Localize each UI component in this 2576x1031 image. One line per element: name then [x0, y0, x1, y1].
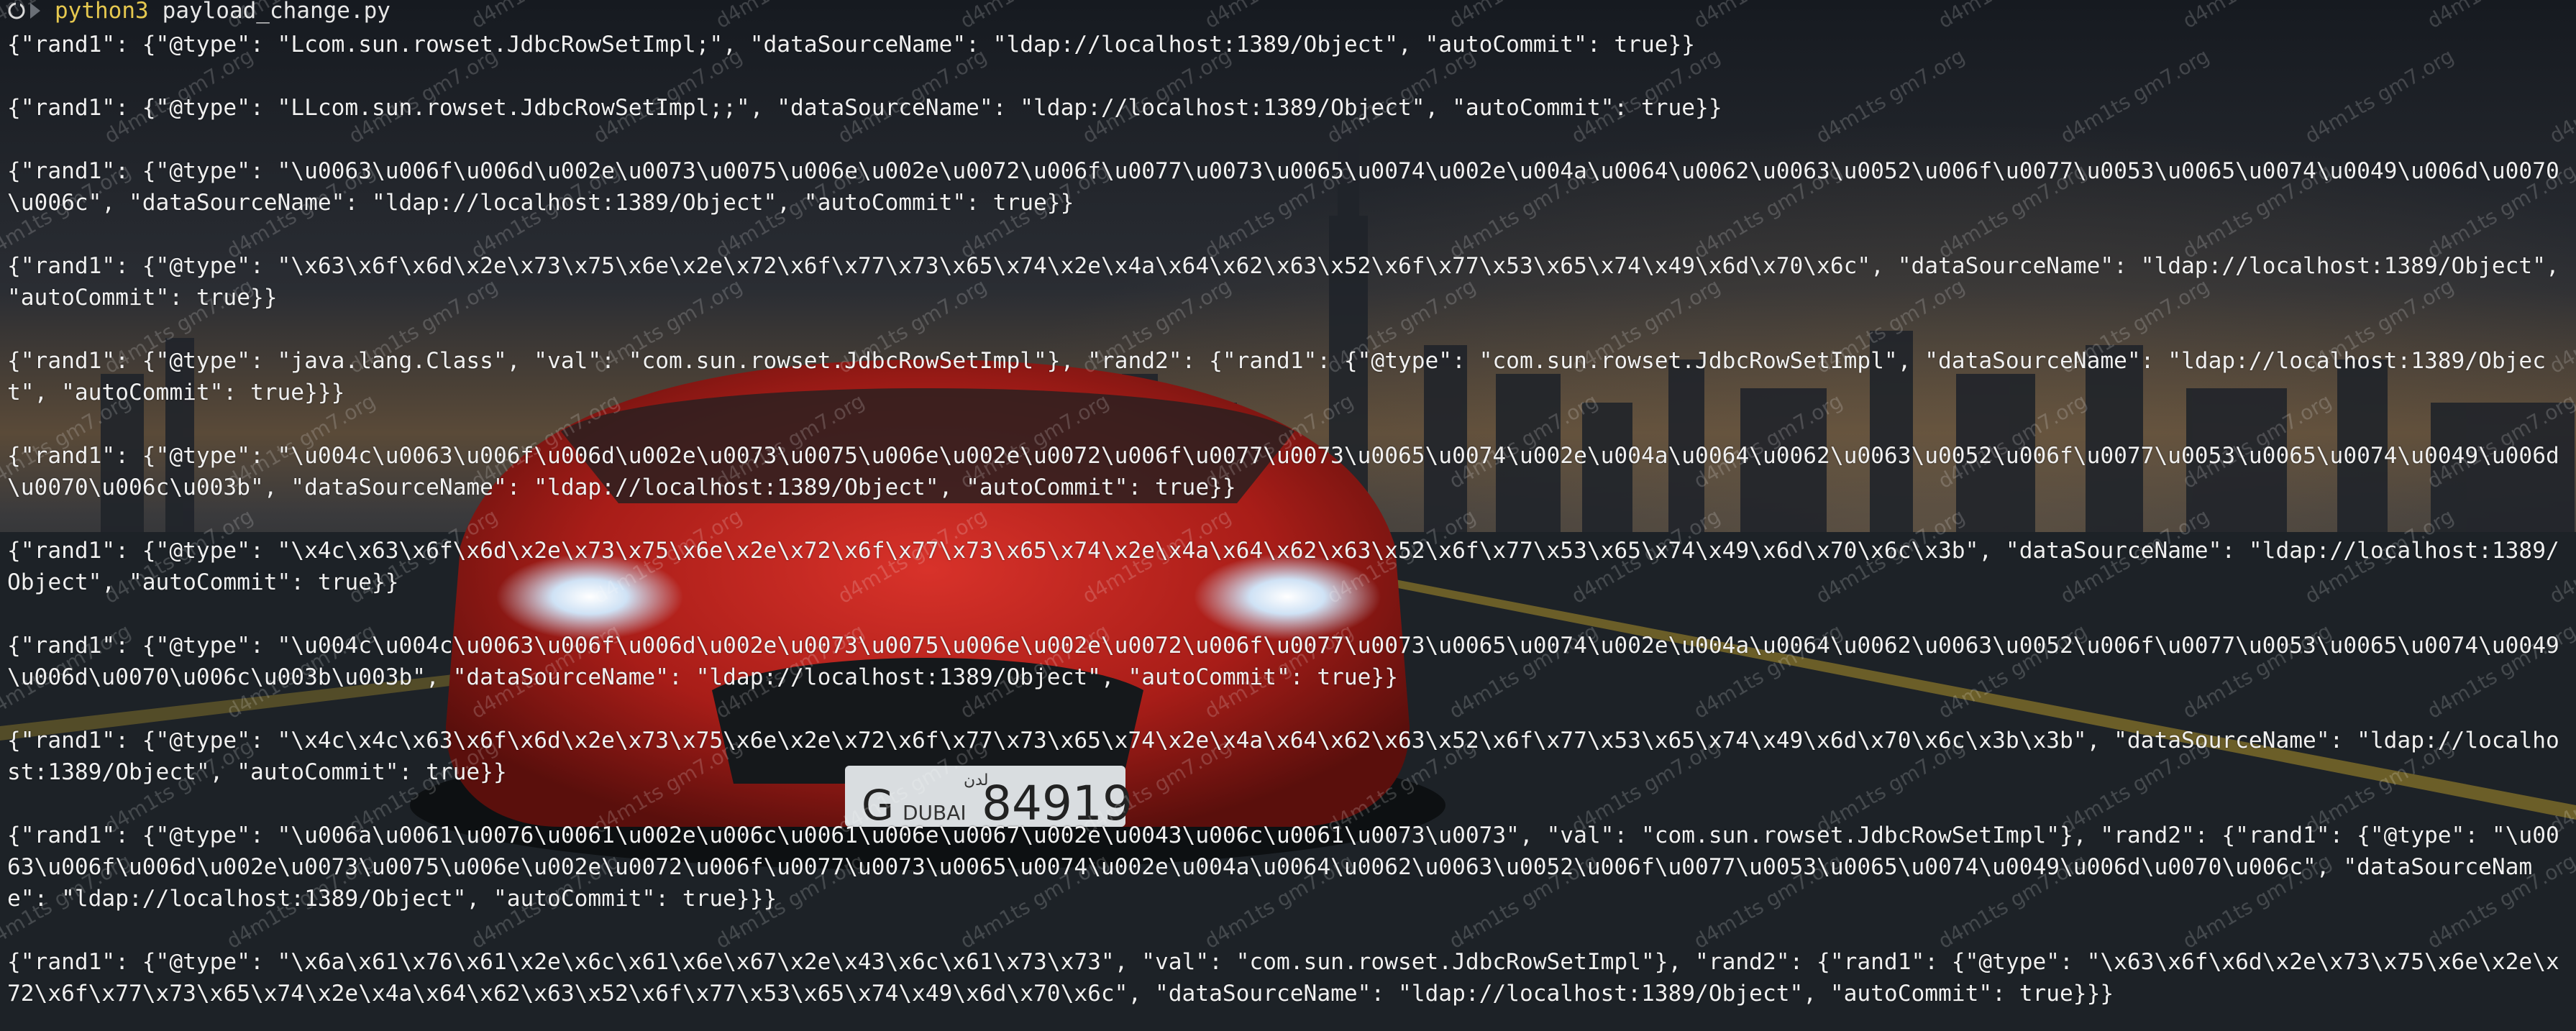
- output-line: {"rand1": {"@type": "\x63\x6f\x6d\x2e\x7…: [7, 253, 2573, 311]
- prompt-command: python3: [55, 0, 149, 24]
- prompt-line: python3 payload_change.py: [7, 0, 2570, 22]
- output-line: {"rand1": {"@type": "\x4c\x4c\x63\x6f\x6…: [7, 728, 2559, 785]
- terminal-output: {"rand1": {"@type": "Lcom.sun.rowset.Jdb…: [7, 29, 2570, 1009]
- output-line: {"rand1": {"@type": "\x4c\x63\x6f\x6d\x2…: [7, 538, 2559, 595]
- output-line: {"rand1": {"@type": "\u004c\u004c\u0063\…: [7, 633, 2559, 690]
- terminal-window[interactable]: python3 payload_change.py {"rand1": {"@ty…: [0, 0, 2576, 1031]
- output-line: {"rand1": {"@type": "\x6a\x61\x76\x61\x2…: [7, 949, 2559, 1007]
- output-line: {"rand1": {"@type": "java.lang.Class", "…: [7, 348, 2546, 405]
- output-line: {"rand1": {"@type": "\u006a\u0061\u0076\…: [7, 822, 2559, 912]
- output-line: {"rand1": {"@type": "Lcom.sun.rowset.Jdb…: [7, 32, 1696, 58]
- output-line: {"rand1": {"@type": "LLcom.sun.rowset.Jd…: [7, 95, 1722, 121]
- prompt-args: payload_change.py: [162, 0, 390, 24]
- prompt-arrow-icon: [30, 3, 40, 19]
- output-line: {"rand1": {"@type": "\u0063\u006f\u006d\…: [7, 158, 2559, 216]
- output-line: {"rand1": {"@type": "\u004c\u0063\u006f\…: [7, 443, 2559, 500]
- apple-icon: [8, 2, 25, 19]
